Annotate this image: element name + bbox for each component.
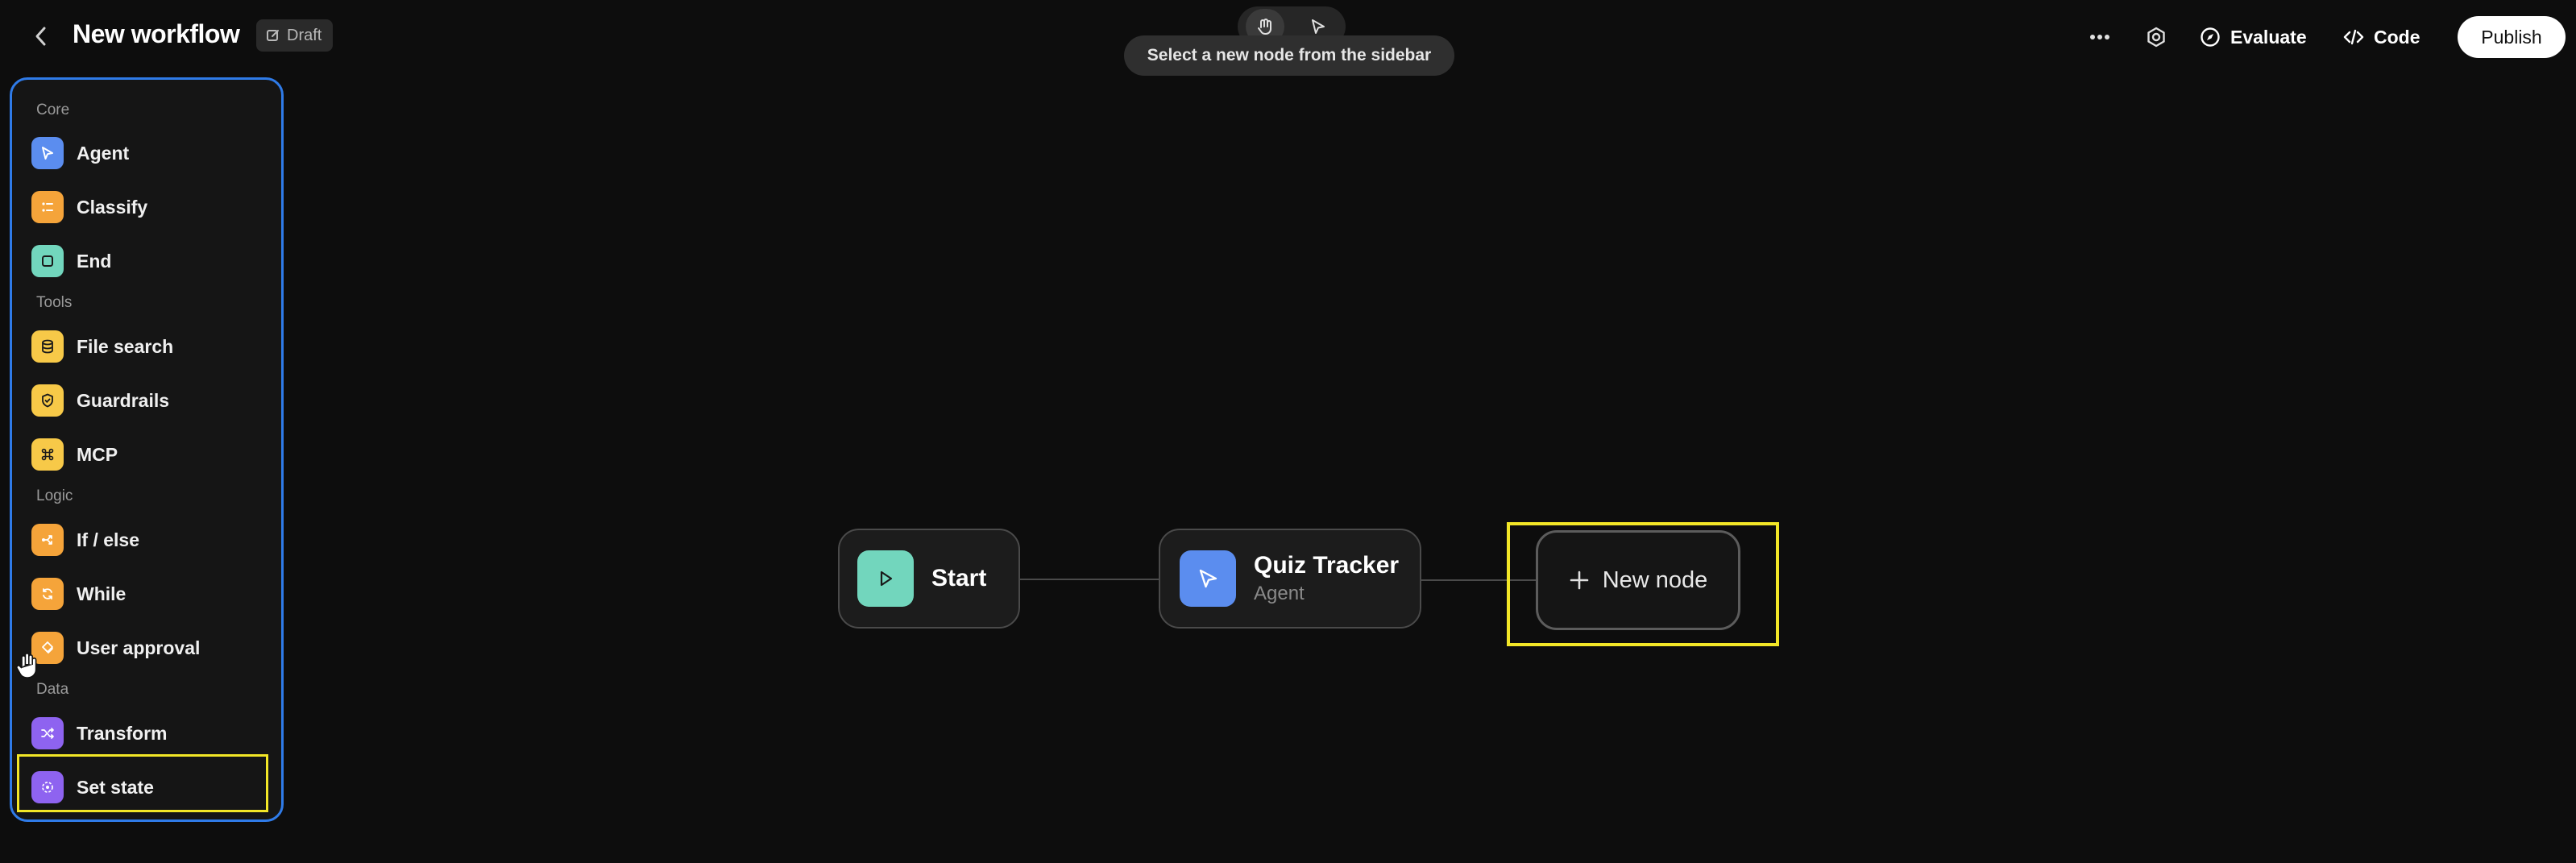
stop-square-icon bbox=[31, 245, 64, 277]
chevron-left-icon bbox=[35, 27, 46, 46]
settings-button[interactable] bbox=[2138, 19, 2174, 55]
draft-badge: Draft bbox=[256, 19, 334, 52]
evaluate-button[interactable]: Evaluate bbox=[2200, 19, 2307, 55]
new-node-highlight bbox=[1507, 522, 1779, 646]
node-quiz-tracker[interactable]: Quiz Tracker Agent bbox=[1159, 529, 1421, 629]
edit-icon bbox=[267, 30, 279, 41]
sidebar-item-while[interactable]: While bbox=[31, 574, 273, 614]
draft-label: Draft bbox=[287, 26, 322, 44]
section-label-data: Data bbox=[36, 681, 69, 698]
sidebar-item-label: MCP bbox=[77, 443, 118, 465]
compass-icon bbox=[2201, 27, 2220, 47]
sidebar-item-transform[interactable]: Transform bbox=[31, 713, 273, 753]
cursor-arrow-icon bbox=[1180, 550, 1236, 607]
sidebar-item-label: User approval bbox=[77, 637, 201, 658]
sidebar-item-user-approval[interactable]: User approval bbox=[31, 628, 273, 668]
hint-tooltip: Select a new node from the sidebar bbox=[1124, 35, 1454, 76]
branch-icon bbox=[31, 524, 64, 556]
code-button[interactable]: Code bbox=[2343, 19, 2420, 55]
edge-start-to-agent bbox=[1020, 579, 1159, 580]
shuffle-icon bbox=[31, 717, 64, 749]
sidebar-item-label: End bbox=[77, 250, 112, 272]
sidebar-item-label: While bbox=[77, 583, 127, 604]
node-subtitle: Agent bbox=[1254, 583, 1305, 604]
sidebar-item-mcp[interactable]: MCP bbox=[31, 434, 273, 475]
more-horizontal-icon bbox=[2090, 35, 2109, 39]
database-icon bbox=[31, 330, 64, 363]
publish-button[interactable]: Publish bbox=[2458, 16, 2566, 58]
sidebar-item-label: Guardrails bbox=[77, 389, 170, 411]
sidebar-item-label: Transform bbox=[77, 722, 168, 744]
sidebar-item-label: Agent bbox=[77, 142, 130, 164]
node-title: Start bbox=[931, 565, 987, 591]
sidebar-item-label: File search bbox=[77, 335, 174, 357]
node-text: Quiz Tracker Agent bbox=[1254, 552, 1399, 605]
code-icon bbox=[2343, 29, 2364, 45]
shield-icon bbox=[31, 384, 64, 417]
sidebar-item-label: If / else bbox=[77, 529, 139, 550]
sidebar-item-agent[interactable]: Agent bbox=[31, 133, 273, 173]
sidebar-item-end[interactable]: End bbox=[31, 241, 273, 281]
loop-icon bbox=[31, 578, 64, 610]
list-icon bbox=[31, 191, 64, 223]
page-title[interactable]: New workflow bbox=[73, 19, 240, 49]
cursor-arrow-icon bbox=[1312, 19, 1325, 34]
back-button[interactable] bbox=[27, 18, 55, 55]
section-label-tools: Tools bbox=[36, 294, 73, 311]
node-start[interactable]: Start bbox=[838, 529, 1020, 629]
more-options-button[interactable] bbox=[2084, 19, 2116, 55]
hand-cursor-icon bbox=[16, 653, 37, 678]
hand-icon bbox=[1258, 19, 1271, 35]
node-title: Quiz Tracker bbox=[1254, 552, 1400, 579]
sidebar-item-classify[interactable]: Classify bbox=[31, 187, 273, 227]
play-icon bbox=[857, 550, 914, 607]
sidebar-item-if-else[interactable]: If / else bbox=[31, 520, 273, 560]
sidebar-item-guardrails[interactable]: Guardrails bbox=[31, 380, 273, 421]
section-label-core: Core bbox=[36, 102, 70, 118]
gear-icon bbox=[2147, 27, 2165, 48]
cursor-arrow-icon bbox=[31, 137, 64, 169]
code-label: Code bbox=[2374, 26, 2420, 48]
node-sidebar: Core Agent Classify End Tools File searc… bbox=[10, 77, 284, 822]
set-state-highlight bbox=[17, 754, 268, 812]
sidebar-item-file-search[interactable]: File search bbox=[31, 326, 273, 367]
sidebar-item-label: Classify bbox=[77, 196, 148, 218]
section-label-logic: Logic bbox=[36, 488, 73, 504]
evaluate-label: Evaluate bbox=[2230, 26, 2307, 48]
command-icon bbox=[31, 438, 64, 471]
